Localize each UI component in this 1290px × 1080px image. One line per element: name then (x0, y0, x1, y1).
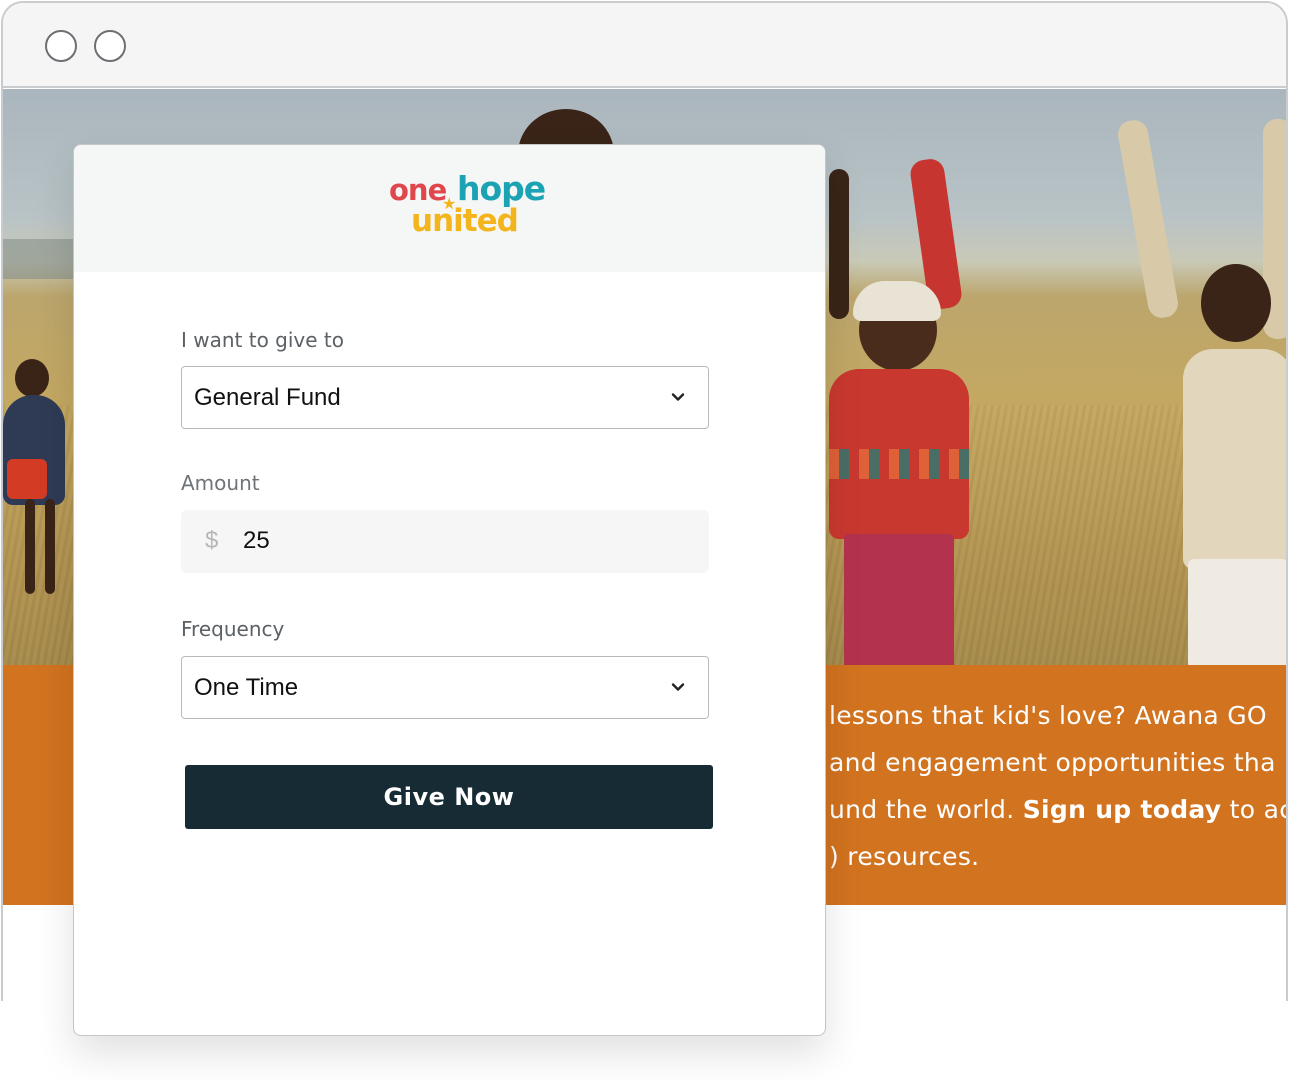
frequency-select[interactable]: One Time (181, 656, 709, 719)
child-figure-left (3, 359, 73, 659)
banner-line-2: and engagement opportunities tha (829, 748, 1276, 777)
banner-line-3-text: und the world. (829, 795, 1023, 824)
window-close-button[interactable] (45, 30, 77, 62)
fund-select-value: General Fund (194, 384, 341, 411)
amount-value: 25 (243, 527, 270, 554)
currency-symbol: $ (205, 527, 219, 554)
banner-line-3: und the world. Sign up today to acc (829, 795, 1286, 824)
child-figure-right (1115, 117, 1286, 665)
amount-input[interactable]: $ 25 (181, 510, 709, 573)
banner-line-1: lessons that kid's love? Awana GO (829, 701, 1267, 730)
banner-line-4: ) resources. (829, 842, 980, 871)
window-minimize-button[interactable] (94, 30, 126, 62)
give-to-label: I want to give to (181, 328, 345, 352)
banner-line-3-tail: to acc (1229, 795, 1286, 824)
frequency-label: Frequency (181, 617, 285, 641)
sign-up-link[interactable]: Sign up today (1023, 795, 1222, 824)
chevron-down-icon (671, 393, 685, 401)
fund-select[interactable]: General Fund (181, 366, 709, 429)
chevron-down-icon (671, 683, 685, 691)
amount-label: Amount (181, 471, 260, 495)
donation-form-card: one ★ hope united ™ I want to give to Ge… (73, 144, 826, 1036)
one-hope-united-logo: one ★ hope united ™ (389, 169, 546, 239)
card-header: one ★ hope united ™ (74, 145, 825, 272)
give-now-button[interactable]: Give Now (185, 765, 713, 829)
child-figure-center (829, 149, 989, 665)
window-titlebar (3, 3, 1286, 88)
frequency-select-value: One Time (194, 674, 299, 701)
